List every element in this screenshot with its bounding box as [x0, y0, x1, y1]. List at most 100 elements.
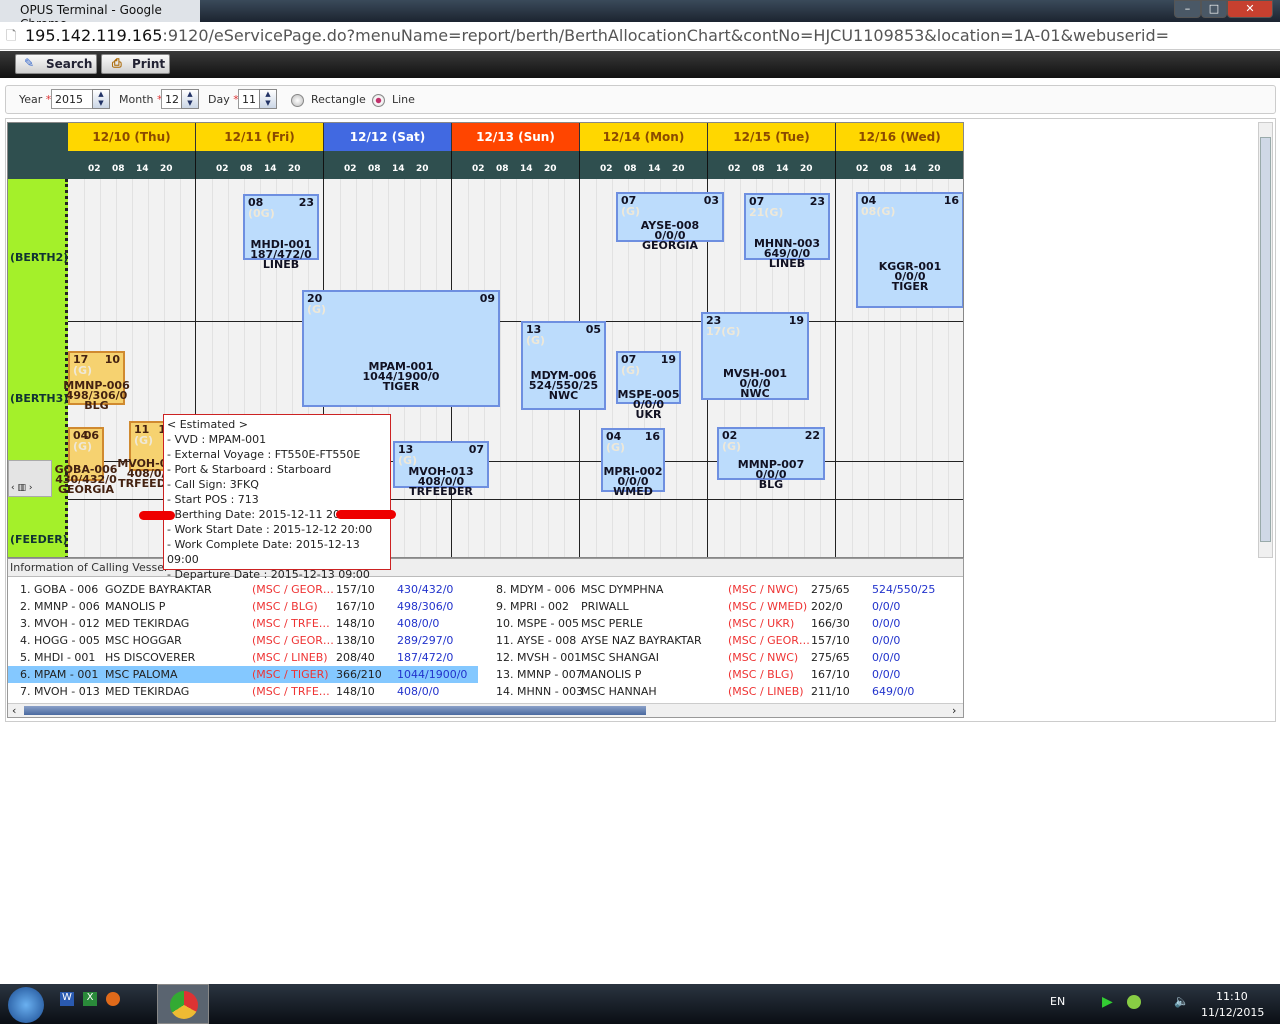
table-row[interactable]: 10. MSPE - 005 MSC PERLE (MSC / UKR) 166/30… [488, 615, 958, 632]
vessel-name: MSC HOGGAR [105, 634, 182, 647]
berth-column [8, 179, 68, 557]
vessel-name: GOZDE BAYRAKTAR [105, 583, 212, 596]
hour-tick: 08 [496, 164, 509, 174]
redaction-mark [139, 511, 175, 520]
url-host: 195.142.119.165 [25, 26, 163, 45]
status-icon[interactable] [1127, 995, 1141, 1009]
scroll-thumb[interactable] [24, 706, 646, 715]
hour-tick: 14 [904, 164, 917, 174]
print-button[interactable]: ⎙ Print [101, 54, 170, 74]
length: 138/10 [336, 634, 375, 647]
excel-icon[interactable]: X [83, 992, 97, 1006]
vessel-code: 1. GOBA - 006 [20, 583, 99, 596]
horizontal-scrollbar[interactable]: ‹ › [8, 703, 963, 717]
year-spinner[interactable]: ▲ ▼ [92, 89, 110, 109]
table-row[interactable]: 1. GOBA - 006 GOZDE BAYRAKTAR (MSC / GEOR…… [8, 581, 478, 598]
toolbar: ✎ Search ⎙ Print [0, 51, 1280, 78]
vessel-name: MANOLIS P [581, 668, 642, 681]
route: (MSC / UKR) [728, 617, 795, 630]
line-radio[interactable] [372, 94, 385, 107]
vessel-code: 12. MVSH - 001 [496, 651, 582, 664]
route: (MSC / GEOR… [252, 634, 334, 647]
search-button[interactable]: ✎ Search [15, 54, 97, 74]
start-button[interactable] [8, 987, 44, 1023]
vessel-g: (G) [621, 364, 641, 377]
tooltip-line: - Port & Starboard : Starboard [167, 463, 332, 476]
vessel-end: 22 [804, 429, 820, 442]
table-row[interactable]: 5. MHDI - 001 HS DISCOVERER (MSC / LINEB) 2… [8, 649, 478, 666]
firefox-icon[interactable] [106, 992, 120, 1006]
vessel-code: 14. MHNN - 003 [496, 685, 584, 698]
quantity: 0/0/0 [872, 617, 901, 630]
chrome-taskbar-button[interactable] [157, 984, 209, 1024]
month-spinner[interactable]: ▲ ▼ [181, 89, 199, 109]
vessel-box[interactable]: 07 19 (G) MSPE-005 0/0/0 UKR [616, 351, 681, 420]
vertical-scrollbar[interactable] [1258, 122, 1273, 558]
info-title: Information of Calling Vessel [8, 559, 963, 577]
search-label: Search [46, 57, 93, 71]
table-row[interactable]: 3. MVOH - 012 MED TEKIRDAG (MSC / TRFE… 148… [8, 615, 478, 632]
table-row[interactable]: 6. MPAM - 001 MSC PALOMA (MSC / TIGER) 366/… [8, 666, 478, 683]
table-row[interactable]: 12. MVSH - 001 MSC SHANGAI (MSC / NWC) 275/… [488, 649, 958, 666]
mini-scrollbar[interactable]: ‹ ▥ › [8, 460, 52, 497]
vessel-box[interactable]: 04 16 (G) MPRI-002 0/0/0 WMED [601, 428, 665, 497]
table-row[interactable]: 14. MHNN - 003 MSC HANNAH (MSC / LINEB) 211… [488, 683, 958, 700]
table-row[interactable]: 8. MDYM - 006 MSC DYMPHNA (MSC / NWC) 275/6… [488, 581, 958, 598]
vessel-end: 03 [703, 194, 719, 207]
vessel-box[interactable]: 17 10 (G) MMNP-006 498/306/0 BLG [63, 351, 130, 411]
table-row[interactable]: 2. MMNP - 006 MANOLIS P (MSC / BLG) 167/10 4… [8, 598, 478, 615]
year-input[interactable]: 2015 [51, 89, 95, 109]
clock-date[interactable]: 11/12/2015 [1201, 1006, 1264, 1019]
vessel-name: MSC DYMPHNA [581, 583, 664, 596]
scroll-thumb[interactable] [1260, 137, 1271, 542]
table-row[interactable]: 9. MPRI - 002 PRIWALL (MSC / WMED) 202/0 0/0… [488, 598, 958, 615]
vessel-code: 13. MMNP - 007 [496, 668, 583, 681]
vessel-box[interactable]: 04 16 08(G) KGGR-001 0/0/0 TIGER [856, 192, 963, 308]
hour-header: 02 08 14 20 [452, 151, 580, 179]
vessel-code: 8. MDYM - 006 [496, 583, 576, 596]
quantity: 524/550/25 [872, 583, 936, 596]
hour-tick: 02 [216, 164, 229, 174]
vessel-g: (G) [73, 440, 93, 453]
day-header: 12/10 (Thu) [68, 123, 196, 151]
day-spinner[interactable]: ▲ ▼ [259, 89, 277, 109]
length: 202/0 [811, 600, 843, 613]
maximize-button[interactable]: □ [1201, 0, 1227, 18]
rectangle-radio[interactable] [291, 94, 304, 107]
minimize-button[interactable]: – [1174, 0, 1201, 18]
play-icon[interactable]: ▶ [1102, 994, 1113, 1010]
vessel-box[interactable]: 08 23 (0G) MHDI-001 187/472/0 LINEB [243, 194, 319, 270]
tooltip-line: - Departure Date : 2015-12-13 09:00 [167, 568, 370, 581]
vessel-box[interactable]: 07 03 (G) AYSE-008 0/0/0 GEORGIA [616, 192, 724, 251]
quantity: 0/0/0 [872, 600, 901, 613]
table-row[interactable]: 13. MMNP - 007 MANOLIS P (MSC / BLG) 167/10… [488, 666, 958, 683]
vessel-end: 23 [809, 195, 825, 208]
vessel-box[interactable]: 23 19 17(G) MVSH-001 0/0/0 NWC [701, 312, 809, 400]
length: 275/65 [811, 583, 850, 596]
table-row[interactable]: 4. HOGG - 005 MSC HOGGAR (MSC / GEOR… 138/1… [8, 632, 478, 649]
table-row[interactable]: 7. MVOH - 013 MED TEKIRDAG (MSC / TRFE… 148… [8, 683, 478, 700]
address-bar[interactable]: 🗋 195.142.119.165:9120/eServicePage.do?me… [0, 22, 1280, 50]
length: 148/10 [336, 685, 375, 698]
vessel-box[interactable]: 04 06 (G) GOBA-006 430/432/0 GEORGIA [55, 427, 117, 495]
hour-tick: 14 [520, 164, 533, 174]
vessel-box[interactable]: 02 22 (G) MMNP-007 0/0/0 BLG [717, 427, 825, 490]
clock-time[interactable]: 11:10 [1216, 990, 1248, 1003]
vessel-end: 10 [104, 353, 120, 366]
table-row[interactable]: 11. AYSE - 008 AYSE NAZ BAYRAKTAR (MSC / G… [488, 632, 958, 649]
volume-icon[interactable]: 🔈 [1174, 994, 1189, 1008]
close-button[interactable]: ✕ [1227, 0, 1273, 18]
vessel-box[interactable]: 07 23 21(G) MHNN-003 649/0/0 LINEB [744, 193, 830, 269]
word-icon[interactable]: W [60, 992, 74, 1006]
route: (MSC / GEOR… [728, 634, 810, 647]
language-indicator[interactable]: EN [1050, 995, 1065, 1008]
vessel-box[interactable]: 20 09 (G) MPAM-001 1044/1900/0 TIGER [302, 290, 500, 407]
hour-tick: 20 [800, 164, 813, 174]
day-header: 12/12 (Sat) [324, 123, 452, 151]
route: (MSC / BLG) [728, 668, 794, 681]
vessel-code: 5. MHDI - 001 [20, 651, 96, 664]
day-header: 12/13 (Sun) [452, 123, 580, 151]
vessel-label: MPAM-001 1044/1900/0 TIGER [274, 361, 528, 392]
vessel-line: WMED [613, 485, 653, 498]
vessel-box[interactable]: 13 07 (G) MVOH-013 408/0/0 TRFEEDER [393, 441, 489, 497]
